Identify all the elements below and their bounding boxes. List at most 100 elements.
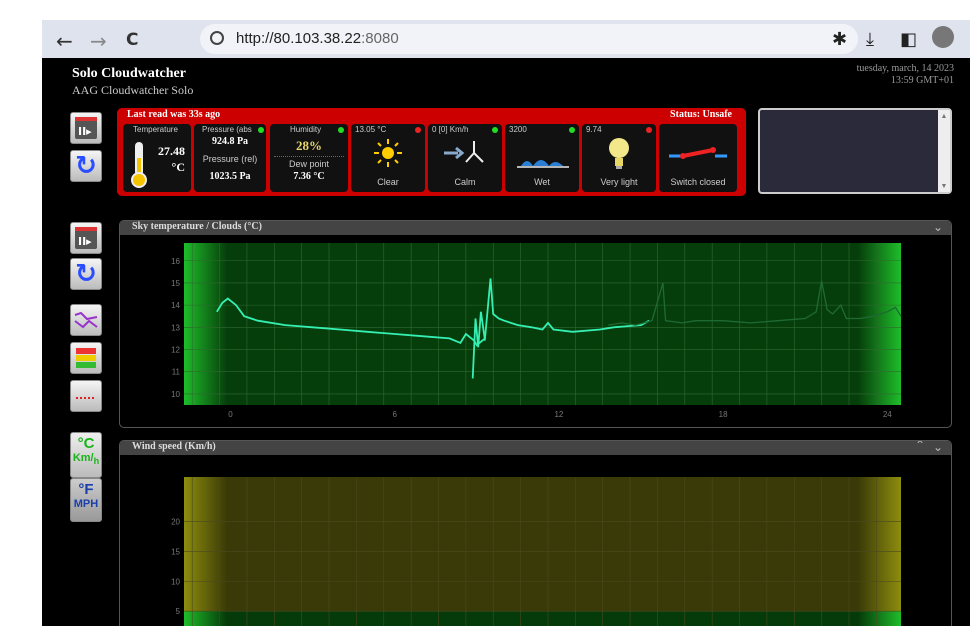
chart-header: Sky temperature / Clouds (°C) ⌄	[120, 221, 951, 235]
sun-icon	[374, 139, 402, 167]
log-scrollbar[interactable]: ▲ ▼	[938, 110, 950, 192]
sidepanel-icon[interactable]: ◧	[900, 29, 917, 50]
metric-units-button[interactable]: °C Km/h	[70, 432, 102, 478]
plot-area	[184, 243, 901, 405]
refresh-status-button[interactable]: ↻	[70, 150, 102, 182]
pause-status-button[interactable]: II▸	[70, 112, 102, 144]
forward-arrow-icon[interactable]: →	[90, 29, 107, 53]
collapse-chevron-icon[interactable]: ⌄	[933, 441, 943, 454]
pressure-abs-value: 924.8 Pa	[211, 136, 249, 147]
clouds-indicator	[415, 127, 421, 133]
address-bar[interactable]: http://80.103.38.22:8080	[200, 24, 858, 54]
switch-icon	[669, 147, 727, 159]
download-icon[interactable]: ⤓	[866, 29, 874, 50]
refresh-icon: ↻	[75, 259, 97, 289]
back-arrow-icon[interactable]: ←	[56, 29, 73, 53]
humidity-divider	[274, 156, 344, 157]
clouds-caption: Clear	[377, 177, 399, 187]
rain-indicator	[569, 127, 575, 133]
rain-reading: 3200	[509, 125, 527, 134]
switch-cell: Switch closed	[659, 124, 737, 192]
url-scheme: http://	[236, 30, 274, 47]
temperature-value: 27.48	[158, 144, 185, 158]
sky-temperature-chart: 10 11 12 13 14 15 16 0 6 12 18 24	[171, 243, 902, 419]
sky-temperature-chart-panel: Sky temperature / Clouds (°C) ⌄ 10 11 12 13…	[119, 220, 952, 428]
y-tick-label: 12	[171, 346, 180, 355]
cloudwatcher-page: Solo Cloudwatcher AAG Cloudwatcher Solo …	[42, 58, 970, 626]
scroll-down-icon[interactable]: ▼	[938, 182, 950, 190]
imperial-units-button[interactable]: °F MPH	[70, 478, 102, 522]
y-tick-label: 10	[171, 390, 180, 399]
switch-caption: Switch closed	[670, 177, 726, 187]
humidity-cell: Humidity 28% Dew point 7.36 °C	[270, 124, 348, 192]
site-info-icon[interactable]	[210, 31, 224, 45]
time-line: 13:59 GMT+01	[890, 75, 954, 86]
expand-chevron-icon[interactable]: ⌃	[915, 441, 925, 452]
temperature-cell: Temperature 27.48 °C	[123, 124, 191, 192]
y-tick-label: 15	[171, 279, 180, 288]
water-drops-icon	[517, 160, 569, 168]
url-host: 80.103.38.22	[273, 30, 362, 47]
pause-charts-button[interactable]: II▸	[70, 222, 102, 254]
y-tick-label: 13	[171, 323, 180, 332]
light-caption: Very light	[600, 177, 638, 187]
temperature-unit: °C	[171, 160, 185, 174]
url-text: http://80.103.38.22:8080	[236, 30, 399, 47]
date-time: tuesday, march, 14 2023 13:59 GMT+01	[857, 63, 954, 87]
celsius-label: °C	[77, 435, 95, 452]
wind-cell: 0 [0] Km/h Calm	[428, 124, 502, 192]
status-panel: Last read was 33s ago Status: Unsafe Tem…	[117, 108, 746, 196]
pressure-indicator	[258, 127, 264, 133]
app-title: Solo Cloudwatcher	[72, 66, 186, 81]
trend-lines-icon	[74, 311, 98, 329]
chart-title: Sky temperature / Clouds (°C)	[132, 221, 262, 232]
warning-band	[184, 477, 901, 612]
fahrenheit-label: °F	[78, 481, 94, 498]
extensions-icon[interactable]: ✱	[832, 29, 847, 50]
wind-indicator	[492, 127, 498, 133]
kmh-label-sub: h	[93, 456, 100, 467]
chart-title: Wind speed (Km/h)	[132, 441, 216, 452]
dew-point-value: 7.36 °C	[293, 171, 325, 182]
profile-avatar[interactable]	[932, 26, 954, 48]
humidity-indicator	[338, 127, 344, 133]
y-tick-label: 15	[171, 548, 180, 557]
light-reading: 9.74	[586, 125, 602, 134]
message-log[interactable]: ▲ ▼	[758, 108, 952, 194]
clouds-cell: 13.05 °C Clear	[351, 124, 425, 192]
safety-status: Status: Unsafe	[670, 109, 732, 120]
trend-view-button[interactable]	[70, 304, 102, 336]
browser-toolbar: ← → C http://80.103.38.22:8080 ✱ ⤓ ◧	[42, 20, 970, 58]
reload-icon[interactable]: C	[126, 30, 138, 50]
refresh-icon: ↻	[75, 151, 97, 181]
humidity-label: Humidity	[290, 125, 322, 134]
mph-label: MPH	[73, 498, 99, 510]
pressure-rel-label: Pressure (rel)	[202, 154, 258, 164]
collapse-chevron-icon[interactable]: ⌄	[933, 221, 943, 234]
refresh-charts-button[interactable]: ↻	[70, 258, 102, 290]
threshold-lines-button[interactable]	[70, 380, 102, 412]
clouds-reading: 13.05 °C	[355, 125, 387, 134]
wind-speed-chart: 05101520	[171, 477, 901, 626]
x-tick-label: 18	[719, 410, 728, 419]
y-tick-label: 20	[171, 518, 180, 527]
wind-turbine-icon	[444, 141, 484, 163]
date-line: tuesday, march, 14 2023	[856, 63, 954, 74]
safe-band	[184, 611, 901, 626]
wind-reading: 0 [0] Km/h	[432, 125, 469, 134]
scroll-up-icon[interactable]: ▲	[938, 112, 950, 120]
y-tick-label: 10	[171, 577, 180, 586]
pressure-abs-label: Pressure (abs	[202, 125, 252, 134]
x-tick-label: 12	[554, 410, 563, 419]
color-bands-button[interactable]	[70, 342, 102, 374]
app-subtitle: AAG Cloudwatcher Solo	[72, 83, 194, 97]
y-tick-label: 16	[171, 257, 180, 266]
kmh-label-main: Km/	[72, 452, 94, 464]
dew-point-label: Dew point	[288, 159, 330, 169]
wind-caption: Calm	[454, 177, 476, 187]
pressure-cell: Pressure (abs 924.8 Pa Pressure (rel) 10…	[194, 124, 266, 192]
rain-cell: 3200 Wet	[505, 124, 579, 192]
temperature-label: Temperature	[133, 125, 178, 134]
thermometer-icon	[131, 142, 147, 188]
x-tick-label: 0	[228, 410, 233, 419]
